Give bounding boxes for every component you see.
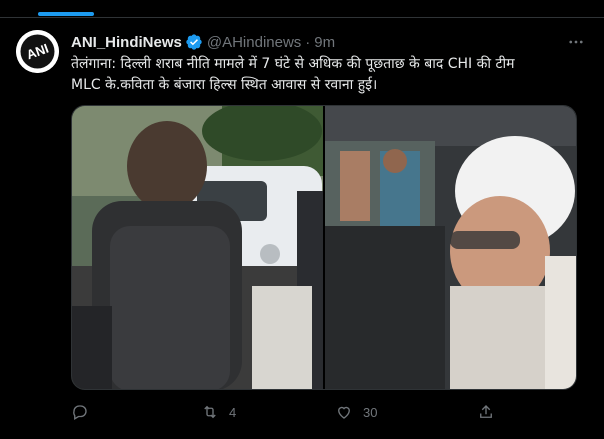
reply-button[interactable]: [71, 401, 99, 423]
photo-left[interactable]: [72, 106, 323, 389]
media-grid: [71, 105, 577, 390]
retweet-count: 4: [229, 404, 237, 420]
retweet-icon: [204, 405, 216, 419]
verified-badge-icon: [185, 33, 203, 51]
divider: [0, 17, 604, 18]
author-handle[interactable]: @AHindinews: [207, 34, 301, 51]
tweet-text: तेलंगाना: दिल्ली शराब नीति मामले में 7 घ…: [71, 54, 591, 96]
tab-active-indicator: [38, 12, 94, 16]
share-button[interactable]: [477, 401, 495, 423]
more-dots-icon[interactable]: [564, 32, 588, 52]
photo-right[interactable]: [325, 106, 576, 389]
tweet-actions: 4 30: [71, 401, 511, 423]
share-icon: [480, 405, 492, 418]
like-button[interactable]: 30: [335, 401, 377, 423]
reply-bubble-icon: [73, 405, 87, 420]
avatar[interactable]: ANI: [16, 30, 59, 73]
like-count: 30: [363, 404, 378, 420]
heart-icon: [338, 406, 350, 419]
tweet-text-line: तेलंगाना: दिल्ली शराब नीति मामले में 7 घ…: [71, 56, 515, 72]
separator-dot: ·: [305, 33, 311, 51]
timestamp[interactable]: 9m: [314, 34, 335, 51]
ani-logo-icon: ANI: [16, 30, 59, 73]
tweet-text-line: MLC के.कविता के बंजारा हिल्स स्थित आवास …: [71, 77, 378, 93]
tweet-header: ANI_HindiNews @AHindinews · 9m: [71, 32, 564, 52]
author-name[interactable]: ANI_HindiNews: [71, 34, 182, 51]
retweet-button[interactable]: 4: [201, 401, 236, 423]
